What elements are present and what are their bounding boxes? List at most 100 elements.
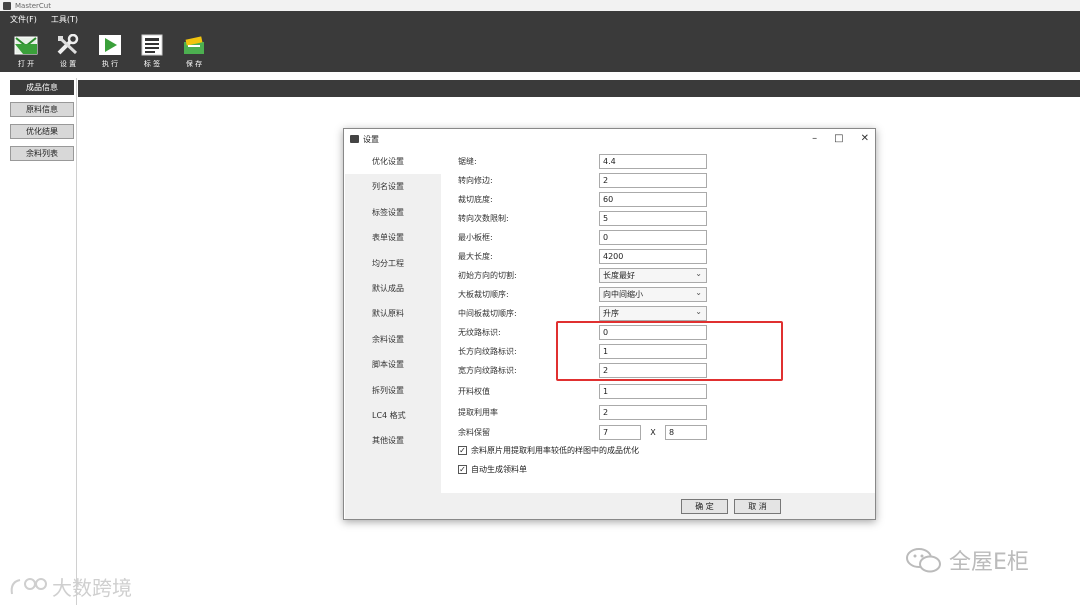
board-cut-order-select[interactable]: 向中间缩小	[599, 286, 707, 302]
utilization-input[interactable]: 2	[599, 405, 707, 420]
annotation-highlight-box	[556, 321, 783, 381]
wechat-icon	[906, 548, 941, 573]
checkbox-label: 自动生成领料单	[471, 465, 527, 474]
turn-trim-input[interactable]: 2	[599, 173, 707, 188]
mid-board-order-select[interactable]: 升序	[599, 305, 707, 321]
remnant-label: 余料保留	[458, 428, 490, 437]
nav-lc4-format[interactable]: LC4 格式	[345, 403, 441, 428]
app-titlebar: MasterCut	[0, 0, 1080, 11]
content-header-bar	[78, 80, 1080, 97]
auto-picklist-checkbox[interactable]: ✓	[458, 465, 467, 474]
field-row: 转向修边: 2	[458, 173, 707, 188]
nav-split-project[interactable]: 均分工程	[345, 251, 441, 276]
field-label: 开料权值	[458, 387, 490, 396]
menu-file[interactable]: 文件(F)	[10, 14, 37, 25]
nav-remnant[interactable]: 余料设置	[345, 327, 441, 352]
field-row: 开料权值 1	[458, 384, 707, 399]
dialog-title: 设置	[363, 134, 379, 144]
app-logo-icon	[3, 1, 11, 10]
field-label: 锯缝:	[458, 157, 477, 166]
field-row: 提取利用率 2	[458, 405, 707, 420]
turn-limit-input[interactable]: 5	[599, 211, 707, 226]
toolbar-settings-label: 设 置	[59, 60, 77, 68]
watermark-right-text: 全屋E柜	[949, 550, 1029, 575]
sidebar-item-products[interactable]: 成品信息	[10, 80, 74, 95]
nav-script[interactable]: 脚本设置	[345, 352, 441, 377]
field-row: 中间板裁切顺序: 升序	[458, 305, 707, 321]
field-row: 锯缝: 4.4	[458, 154, 707, 169]
label-icon	[140, 33, 164, 57]
sidebar-item-results[interactable]: 优化结果	[10, 124, 74, 139]
nav-split-columns[interactable]: 拆列设置	[345, 378, 441, 403]
sidebar-item-remnants[interactable]: 余料列表	[10, 146, 74, 161]
field-row: 裁切底度: 60	[458, 192, 707, 207]
nav-default-product[interactable]: 默认成品	[345, 276, 441, 301]
toolbar-open-button[interactable]: 打 开	[8, 33, 44, 72]
ok-button[interactable]: 确 定	[681, 499, 728, 514]
toolbar-save-button[interactable]: 保 存	[176, 33, 212, 72]
sidebar-item-materials[interactable]: 原料信息	[10, 102, 74, 117]
dialog-titlebar: 设置	[344, 129, 875, 149]
toolbar-run-label: 执 行	[101, 60, 119, 68]
watermark-left: 大数跨境	[8, 572, 132, 601]
watermark-logo-icon	[10, 577, 47, 594]
save-icon	[182, 33, 206, 57]
toolbar-run-button[interactable]: 执 行	[92, 33, 128, 72]
settings-nav: 优化设置 列名设置 标签设置 表单设置 均分工程 默认成品 默认原料 余料设置 …	[345, 149, 441, 519]
nav-labels[interactable]: 标签设置	[345, 200, 441, 225]
watermark-right: 全屋E柜	[905, 544, 1029, 576]
watermark-left-text: 大数跨境	[52, 576, 132, 600]
remnant-separator: X	[650, 428, 656, 437]
field-label: 最大长度:	[458, 252, 493, 261]
remnant-width-input[interactable]: 7	[599, 425, 641, 440]
maximize-icon[interactable]: □	[834, 133, 843, 144]
tools-icon	[56, 33, 80, 57]
field-label: 转向修边:	[458, 176, 493, 185]
field-row: 最小板框: 0	[458, 230, 707, 245]
dialog-footer: 确 定 取 消	[441, 493, 875, 519]
open-icon	[14, 33, 38, 57]
kerf-input[interactable]: 4.4	[599, 154, 707, 169]
field-label: 最小板框:	[458, 233, 493, 242]
auto-picklist-checkbox-row[interactable]: ✓ 自动生成领料单	[458, 464, 527, 475]
close-icon[interactable]: ✕	[861, 133, 869, 144]
toolbar-save-label: 保 存	[185, 60, 203, 68]
cancel-button[interactable]: 取 消	[734, 499, 781, 514]
cut-depth-input[interactable]: 60	[599, 192, 707, 207]
field-label: 初始方向的切割:	[458, 271, 517, 280]
sidebar: 成品信息 原料信息 优化结果 余料列表	[0, 78, 77, 605]
minimize-icon[interactable]: –	[812, 133, 817, 144]
nav-forms[interactable]: 表单设置	[345, 225, 441, 250]
toolbar-label-label: 标 签	[143, 60, 161, 68]
app-title: MasterCut	[15, 1, 51, 10]
nav-default-material[interactable]: 默认原料	[345, 301, 441, 326]
menu-tools[interactable]: 工具(T)	[51, 14, 78, 25]
field-row: 最大长度: 4200	[458, 249, 707, 264]
toolbar-open-label: 打 开	[17, 60, 35, 68]
nav-optimize[interactable]: 优化设置	[345, 149, 441, 175]
field-label: 大板裁切顺序:	[458, 290, 509, 299]
nav-other[interactable]: 其他设置	[345, 428, 441, 453]
field-label: 提取利用率	[458, 408, 498, 417]
cut-weight-input[interactable]: 1	[599, 384, 707, 399]
field-row: 转向次数限制: 5	[458, 211, 707, 226]
field-label: 转向次数限制:	[458, 214, 509, 223]
field-label: 裁切底度:	[458, 195, 493, 204]
run-icon	[98, 33, 122, 57]
initial-cut-select[interactable]: 长度最好	[599, 267, 707, 283]
checkbox-label: 余料原片用提取利用率较低的样图中的成品优化	[471, 446, 639, 455]
remnant-row: 余料保留 7 X 8	[458, 425, 707, 440]
toolbar-label-button[interactable]: 标 签	[134, 33, 170, 72]
dialog-app-icon	[350, 135, 359, 143]
optimize-settings-form: 锯缝: 4.4 转向修边: 2 裁切底度: 60 转向次数限制: 5 最小板框: 0 最大…	[441, 149, 875, 489]
remnant-optimize-checkbox-row[interactable]: ✓ 余料原片用提取利用率较低的样图中的成品优化	[458, 445, 639, 456]
remnant-height-input[interactable]: 8	[665, 425, 707, 440]
min-board-input[interactable]: 0	[599, 230, 707, 245]
window-controls: – □ ✕	[812, 133, 869, 144]
max-length-input[interactable]: 4200	[599, 249, 707, 264]
toolbar-settings-button[interactable]: 设 置	[50, 33, 86, 72]
menubar: 文件(F) 工具(T)	[0, 11, 1080, 28]
nav-columns[interactable]: 列名设置	[345, 174, 441, 199]
field-label: 中间板裁切顺序:	[458, 309, 517, 318]
remnant-optimize-checkbox[interactable]: ✓	[458, 446, 467, 455]
